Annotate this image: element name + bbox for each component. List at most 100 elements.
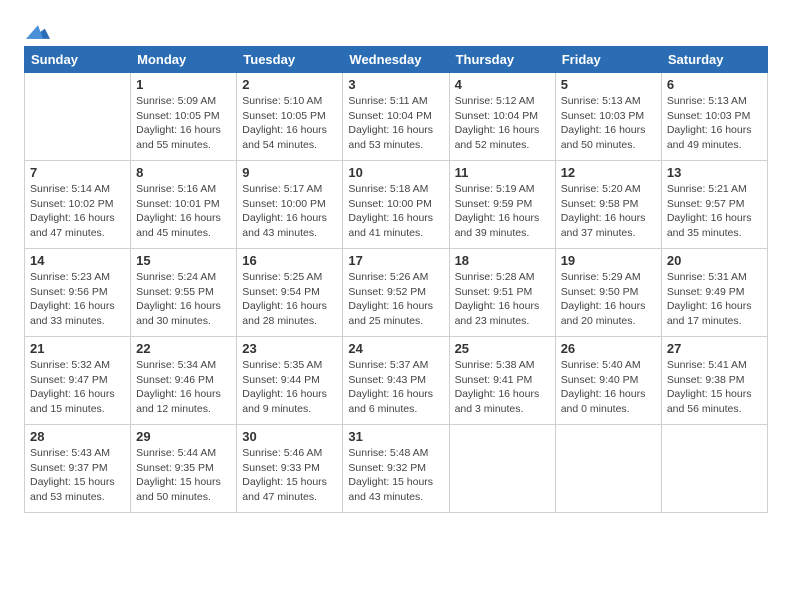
day-number: 30: [242, 429, 337, 444]
day-info: Sunrise: 5:32 AM Sunset: 9:47 PM Dayligh…: [30, 358, 125, 417]
day-info: Sunrise: 5:19 AM Sunset: 9:59 PM Dayligh…: [455, 182, 550, 241]
calendar-cell: 12Sunrise: 5:20 AM Sunset: 9:58 PM Dayli…: [555, 161, 661, 249]
day-info: Sunrise: 5:43 AM Sunset: 9:37 PM Dayligh…: [30, 446, 125, 505]
day-info: Sunrise: 5:18 AM Sunset: 10:00 PM Daylig…: [348, 182, 443, 241]
calendar-cell: 27 Sunrise: 5:41 AM Sunset: 9:38 PM Dayli…: [661, 337, 767, 425]
day-number: 11: [455, 165, 550, 180]
logo-icon: [26, 20, 50, 44]
day-info: Sunrise: 5:17 AM Sunset: 10:00 PM Daylig…: [242, 182, 337, 241]
column-header-sunday: Sunday: [25, 47, 131, 73]
day-number: 8: [136, 165, 231, 180]
calendar-cell: 18 Sunrise: 5:28 AM Sunset: 9:51 PM Dayli…: [449, 249, 555, 337]
calendar-table: SundayMondayTuesdayWednesdayThursdayFrid…: [24, 46, 768, 513]
week-row-1: 1 Sunrise: 5:09 AM Sunset: 10:05 PM Dayli…: [25, 73, 768, 161]
day-number: 31: [348, 429, 443, 444]
day-number: 6: [667, 77, 762, 92]
day-info: Sunrise: 5:41 AM Sunset: 9:38 PM Dayligh…: [667, 358, 762, 417]
calendar-cell: 23Sunrise: 5:35 AM Sunset: 9:44 PM Dayli…: [237, 337, 343, 425]
day-number: 3: [348, 77, 443, 92]
calendar-cell: 28 Sunrise: 5:43 AM Sunset: 9:37 PM Dayli…: [25, 425, 131, 513]
day-info: Sunrise: 5:09 AM Sunset: 10:05 PM Daylig…: [136, 94, 231, 153]
day-number: 21: [30, 341, 125, 356]
calendar-cell: 15 Sunrise: 5:24 AM Sunset: 9:55 PM Dayli…: [131, 249, 237, 337]
day-info: Sunrise: 5:31 AM Sunset: 9:49 PM Dayligh…: [667, 270, 762, 329]
day-number: 2: [242, 77, 337, 92]
column-header-tuesday: Tuesday: [237, 47, 343, 73]
day-info: Sunrise: 5:48 AM Sunset: 9:32 PM Dayligh…: [348, 446, 443, 505]
day-info: Sunrise: 5:46 AM Sunset: 9:33 PM Dayligh…: [242, 446, 337, 505]
day-number: 16: [242, 253, 337, 268]
column-header-saturday: Saturday: [661, 47, 767, 73]
column-header-wednesday: Wednesday: [343, 47, 449, 73]
logo: [24, 20, 50, 40]
day-number: 22: [136, 341, 231, 356]
day-number: 28: [30, 429, 125, 444]
day-number: 14: [30, 253, 125, 268]
day-info: Sunrise: 5:11 AM Sunset: 10:04 PM Daylig…: [348, 94, 443, 153]
day-number: 25: [455, 341, 550, 356]
day-number: 29: [136, 429, 231, 444]
column-header-monday: Monday: [131, 47, 237, 73]
day-info: Sunrise: 5:16 AM Sunset: 10:01 PM Daylig…: [136, 182, 231, 241]
day-info: Sunrise: 5:10 AM Sunset: 10:05 PM Daylig…: [242, 94, 337, 153]
week-row-3: 14 Sunrise: 5:23 AM Sunset: 9:56 PM Dayli…: [25, 249, 768, 337]
day-info: Sunrise: 5:13 AM Sunset: 10:03 PM Daylig…: [561, 94, 656, 153]
day-info: Sunrise: 5:29 AM Sunset: 9:50 PM Dayligh…: [561, 270, 656, 329]
day-info: Sunrise: 5:26 AM Sunset: 9:52 PM Dayligh…: [348, 270, 443, 329]
calendar-cell: 6 Sunrise: 5:13 AM Sunset: 10:03 PM Dayli…: [661, 73, 767, 161]
week-row-4: 21 Sunrise: 5:32 AM Sunset: 9:47 PM Dayli…: [25, 337, 768, 425]
day-number: 15: [136, 253, 231, 268]
calendar-cell: 4 Sunrise: 5:12 AM Sunset: 10:04 PM Dayli…: [449, 73, 555, 161]
day-number: 27: [667, 341, 762, 356]
calendar-cell: 7 Sunrise: 5:14 AM Sunset: 10:02 PM Dayli…: [25, 161, 131, 249]
calendar-cell: 14 Sunrise: 5:23 AM Sunset: 9:56 PM Dayli…: [25, 249, 131, 337]
day-info: Sunrise: 5:34 AM Sunset: 9:46 PM Dayligh…: [136, 358, 231, 417]
calendar-cell: 1 Sunrise: 5:09 AM Sunset: 10:05 PM Dayli…: [131, 73, 237, 161]
day-number: 13: [667, 165, 762, 180]
calendar-cell: 20Sunrise: 5:31 AM Sunset: 9:49 PM Dayli…: [661, 249, 767, 337]
calendar-cell: 29 Sunrise: 5:44 AM Sunset: 9:35 PM Dayli…: [131, 425, 237, 513]
day-number: 4: [455, 77, 550, 92]
calendar-cell: 10Sunrise: 5:18 AM Sunset: 10:00 PM Dayl…: [343, 161, 449, 249]
day-number: 9: [242, 165, 337, 180]
calendar-cell: 5 Sunrise: 5:13 AM Sunset: 10:03 PM Dayli…: [555, 73, 661, 161]
day-info: Sunrise: 5:37 AM Sunset: 9:43 PM Dayligh…: [348, 358, 443, 417]
calendar-cell: 16 Sunrise: 5:25 AM Sunset: 9:54 PM Dayli…: [237, 249, 343, 337]
day-info: Sunrise: 5:35 AM Sunset: 9:44 PM Dayligh…: [242, 358, 337, 417]
calendar-cell: 3 Sunrise: 5:11 AM Sunset: 10:04 PM Dayli…: [343, 73, 449, 161]
day-info: Sunrise: 5:25 AM Sunset: 9:54 PM Dayligh…: [242, 270, 337, 329]
calendar-cell: 26Sunrise: 5:40 AM Sunset: 9:40 PM Dayli…: [555, 337, 661, 425]
day-info: Sunrise: 5:14 AM Sunset: 10:02 PM Daylig…: [30, 182, 125, 241]
day-number: 5: [561, 77, 656, 92]
calendar-cell: 19 Sunrise: 5:29 AM Sunset: 9:50 PM Dayli…: [555, 249, 661, 337]
day-number: 18: [455, 253, 550, 268]
calendar-cell: 30 Sunrise: 5:46 AM Sunset: 9:33 PM Dayli…: [237, 425, 343, 513]
calendar-cell: [661, 425, 767, 513]
day-number: 12: [561, 165, 656, 180]
calendar-cell: [449, 425, 555, 513]
day-number: 26: [561, 341, 656, 356]
day-info: Sunrise: 5:28 AM Sunset: 9:51 PM Dayligh…: [455, 270, 550, 329]
calendar-cell: 9 Sunrise: 5:17 AM Sunset: 10:00 PM Dayli…: [237, 161, 343, 249]
day-number: 1: [136, 77, 231, 92]
column-header-thursday: Thursday: [449, 47, 555, 73]
day-info: Sunrise: 5:44 AM Sunset: 9:35 PM Dayligh…: [136, 446, 231, 505]
day-info: Sunrise: 5:23 AM Sunset: 9:56 PM Dayligh…: [30, 270, 125, 329]
day-number: 19: [561, 253, 656, 268]
day-info: Sunrise: 5:38 AM Sunset: 9:41 PM Dayligh…: [455, 358, 550, 417]
day-info: Sunrise: 5:13 AM Sunset: 10:03 PM Daylig…: [667, 94, 762, 153]
calendar-cell: 25 Sunrise: 5:38 AM Sunset: 9:41 PM Dayli…: [449, 337, 555, 425]
day-info: Sunrise: 5:12 AM Sunset: 10:04 PM Daylig…: [455, 94, 550, 153]
week-row-2: 7 Sunrise: 5:14 AM Sunset: 10:02 PM Dayli…: [25, 161, 768, 249]
calendar-cell: 8 Sunrise: 5:16 AM Sunset: 10:01 PM Dayli…: [131, 161, 237, 249]
column-header-friday: Friday: [555, 47, 661, 73]
week-row-5: 28 Sunrise: 5:43 AM Sunset: 9:37 PM Dayli…: [25, 425, 768, 513]
calendar-cell: 11 Sunrise: 5:19 AM Sunset: 9:59 PM Dayli…: [449, 161, 555, 249]
calendar-cell: 21 Sunrise: 5:32 AM Sunset: 9:47 PM Dayli…: [25, 337, 131, 425]
calendar-cell: 31 Sunrise: 5:48 AM Sunset: 9:32 PM Dayli…: [343, 425, 449, 513]
calendar-cell: 17Sunrise: 5:26 AM Sunset: 9:52 PM Dayli…: [343, 249, 449, 337]
day-info: Sunrise: 5:24 AM Sunset: 9:55 PM Dayligh…: [136, 270, 231, 329]
day-info: Sunrise: 5:21 AM Sunset: 9:57 PM Dayligh…: [667, 182, 762, 241]
day-number: 7: [30, 165, 125, 180]
calendar-cell: [25, 73, 131, 161]
